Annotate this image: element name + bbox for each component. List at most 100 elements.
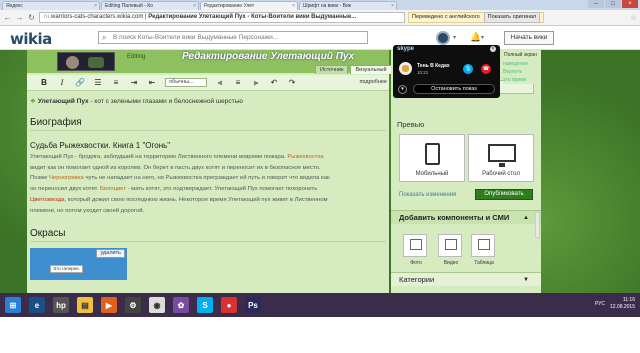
link-icon[interactable]: 🔗 [75,78,85,87]
maximize-icon[interactable]: □ [605,0,621,8]
quote-text: - кот с зелеными глазами и белоснежной ш… [88,98,243,105]
indent-icon[interactable]: ⇥ [129,78,139,87]
rail-scrollbar[interactable] [535,212,540,238]
browser-tab-active[interactable]: Редактирование Улет × [200,1,298,10]
mobile-icon [425,143,440,165]
add-table-button[interactable]: Таблица [471,234,495,266]
tab-label: Редактирование Улет [204,3,255,9]
chevron-down-icon[interactable]: ▾ [398,85,407,94]
show-changes-link[interactable]: Показать изменения [399,192,456,198]
paragraph: Улетающий Пух - бродяга, заблудший на те… [30,152,386,216]
chevron-down-icon[interactable]: ▾ [453,34,456,41]
link-chernogrivka[interactable]: Черногривка [49,175,84,181]
tab-source[interactable]: Источник [315,65,349,74]
show-original-button[interactable]: Показать оригинал [483,12,541,23]
categories-label: Категории [399,275,435,284]
more-button[interactable]: подробнее [359,79,387,85]
wikia-logo[interactable]: wikia [10,30,52,48]
redo-icon[interactable]: ↷ [287,78,297,87]
skype-icon[interactable]: S [197,297,213,313]
text: Улетающий Пух - бродяга, заблудший на те… [30,154,288,160]
link-ryzhekhvostka[interactable]: Рыжехвостка [287,154,323,160]
align-left-icon[interactable]: ⫷ [215,78,225,88]
format-select[interactable]: обычны... [165,78,207,87]
text: Позже [30,175,49,182]
bullet-list-icon[interactable]: ☰ [93,78,103,87]
forward-icon[interactable]: → [15,13,24,22]
address-bar: ← → ↻ ru.warriors-cats-characters.wikia.… [0,10,640,26]
browser-tab-yandex[interactable]: Яндекс × [2,1,100,10]
lang-indicator[interactable]: РУС [595,301,605,307]
url-field[interactable]: ru.warriors-cats-characters.wikia.com | … [39,12,405,23]
avatar[interactable] [436,31,450,45]
quote-name: Улетающий Пух [37,98,89,105]
link-belotsvet[interactable]: Белоцвет [100,186,126,192]
translate-label: Переведено с английского [412,14,480,20]
start-icon[interactable]: ⊞ [5,297,21,313]
editor-content[interactable]: ❖ Улетающий Пух - кот с зелеными глазами … [30,93,386,293]
text: видит как он помогает одной из королев. … [30,164,321,171]
table-label: Таблица [474,260,494,266]
chevron-down-icon[interactable]: ▾ [481,34,484,41]
media-icon[interactable]: ▶ [101,297,117,313]
add-components-header[interactable]: Добавить компоненты и СМИ ▲ [391,210,541,224]
clock[interactable]: 11:16 12.08.2015 [610,297,635,311]
start-wiki-button[interactable]: Начать вики [504,31,554,45]
publish-button[interactable]: Опубликовать [475,189,533,200]
tab-visual[interactable]: Визуальный [350,65,392,74]
text: племени, но потом уходит своей дорогой. [30,207,145,214]
app-icon[interactable]: ● [221,297,237,313]
chrome-icon[interactable]: ◉ [149,297,165,313]
hp-icon[interactable]: hp [53,297,69,313]
close-icon[interactable]: × [292,2,295,10]
preview-heading: Превью [397,120,425,129]
numbered-list-icon[interactable]: ≡ [111,78,121,87]
window-close-icon[interactable]: × [622,0,638,8]
italic-button[interactable]: I [57,78,67,87]
bell-icon[interactable]: 🔔 [470,32,481,43]
bold-button[interactable]: B [39,78,49,87]
reload-icon[interactable]: ↻ [27,13,36,22]
ie-icon[interactable]: e [29,297,45,313]
align-right-icon[interactable]: ⫸ [251,78,261,88]
back-icon[interactable]: ← [3,13,12,22]
photoshop-icon[interactable]: Ps [245,297,261,313]
folder-icon[interactable]: ▤ [77,297,93,313]
photo-icon [410,239,422,250]
fullscreen-button[interactable]: Полный экран [504,52,537,58]
minimize-icon[interactable]: – [588,0,604,8]
close-icon[interactable]: × [193,2,196,10]
browser-tab-editing[interactable]: Editing Палевый - Ко × [101,1,199,10]
categories-header[interactable]: Категории ▼ [391,272,541,286]
contact-avatar [399,62,412,75]
search-input[interactable]: ⌕ В поиск Коты-Воители вики Выдуманные П… [98,31,368,44]
add-photo-button[interactable]: Фото [403,234,427,266]
undo-icon[interactable]: ↶ [269,78,279,87]
call-timer: 10:21 [417,70,429,75]
wikia-header: wikia ⌕ В поиск Коты-Воители вики Выдума… [0,26,640,50]
browser-tab-font[interactable]: Шрифт на вики - Вик × [299,1,397,10]
app-icon[interactable]: ⚙ [125,297,141,313]
bookmark-star-icon[interactable]: ☆ [630,13,637,22]
gallery-block[interactable]: удалить Это галерея. [30,248,127,281]
add-video-button[interactable]: Видео [438,234,462,266]
add-components-label: Добавить компоненты и СМИ [399,213,510,222]
clock-time: 11:16 [622,297,635,303]
app-icon[interactable]: ✿ [173,297,189,313]
hangup-icon[interactable]: ☎ [481,64,491,74]
desktop-icon [488,144,516,167]
url-host: ru. [44,14,52,20]
preview-mobile-button[interactable]: Мобильный [399,134,465,182]
close-icon[interactable]: × [490,46,496,52]
preview-desktop-button[interactable]: Рабочий стол [468,134,534,182]
stop-sharing-button[interactable]: Остановить показ [413,84,495,94]
skype-logo: skype [397,46,415,52]
close-icon[interactable]: × [94,2,97,10]
url-domain: warriors-cats-characters.wikia.com [51,14,144,20]
link-tsvetozvezda[interactable]: Цветозвезда [30,197,65,203]
gallery-delete-button[interactable]: удалить [96,249,125,259]
align-center-icon[interactable]: ≡ [233,78,243,87]
close-icon[interactable]: × [391,2,394,10]
outdent-icon[interactable]: ⇤ [147,78,157,87]
mic-icon[interactable]: 🎙 [463,64,473,74]
